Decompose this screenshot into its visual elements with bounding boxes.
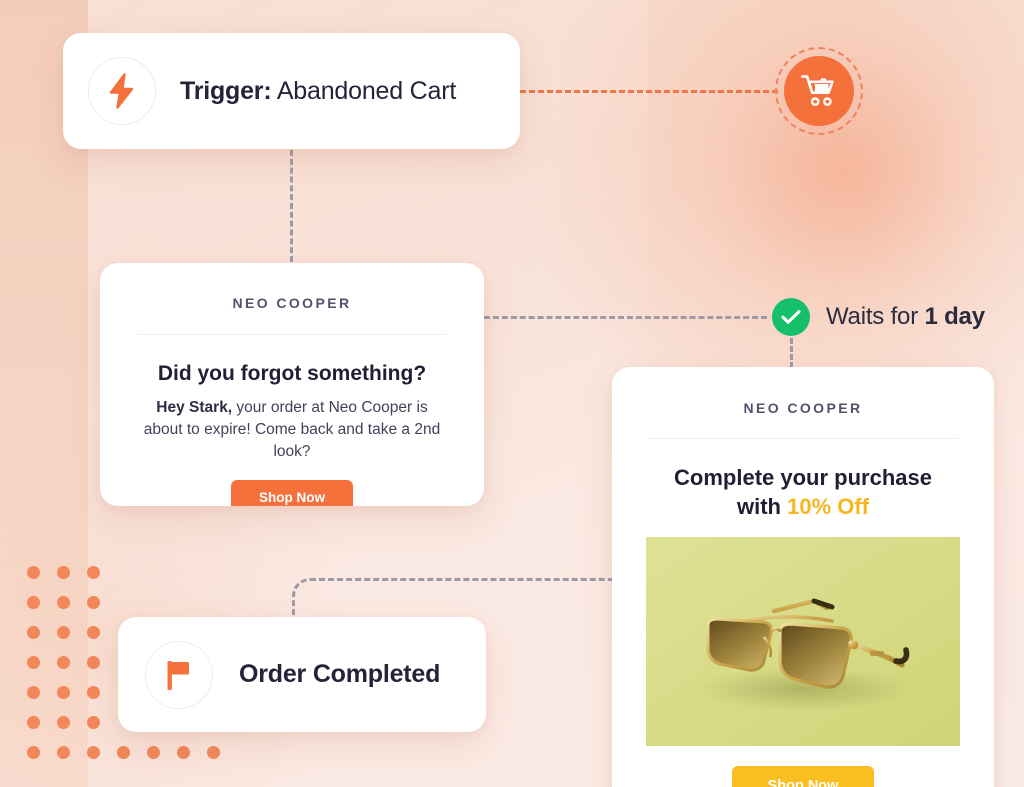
email2-headline-line1: Complete your purchase: [674, 465, 932, 490]
email1-body-text: Hey Stark, your order at Neo Cooper is a…: [136, 397, 448, 463]
product-image-sunglasses: [646, 537, 960, 747]
wait-delay-node[interactable]: Waits for 1 day: [772, 298, 985, 336]
email1-greeting: Hey Stark,: [156, 399, 233, 416]
decorative-dot: [27, 746, 40, 759]
email1-shop-now-button[interactable]: Shop Now: [231, 480, 353, 506]
email2-discount-value: 10% Off: [787, 493, 870, 519]
email-preview-card-1[interactable]: NEO COOPER Did you forgot something? Hey…: [100, 263, 484, 506]
decorative-dot: [87, 716, 100, 729]
decorative-dot: [27, 626, 40, 639]
decorative-dot: [87, 566, 100, 579]
connector-wait-to-email2: [790, 338, 793, 368]
connector-email1-to-wait: [484, 316, 767, 319]
shopping-cart-icon: [784, 56, 854, 126]
wait-node-label: Waits for 1 day: [826, 303, 985, 331]
decorative-dot: [147, 746, 160, 759]
email1-divider: [138, 334, 446, 335]
abandoned-cart-badge[interactable]: [775, 47, 863, 135]
decorative-dot: [87, 746, 100, 759]
decorative-dot: [57, 566, 70, 579]
connector-trigger-to-email1: [290, 150, 293, 262]
decorative-dot: [87, 656, 100, 669]
decorative-dot: [27, 596, 40, 609]
decorative-dot: [87, 686, 100, 699]
email-preview-card-2[interactable]: NEO COOPER Complete your purchase with 1…: [612, 367, 994, 787]
wait-text-prefix: Waits for: [826, 303, 925, 330]
decorative-dot: [207, 746, 220, 759]
email2-shop-now-button[interactable]: Shop Now: [732, 766, 874, 787]
automation-flow-canvas: Trigger: Abandoned Cart NEO COOPER Did y…: [0, 0, 1024, 787]
email1-brand-name: NEO COOPER: [232, 295, 352, 311]
email2-headline-line2-prefix: with: [736, 493, 788, 519]
decorative-dot: [117, 746, 130, 759]
trigger-label-prefix: Trigger:: [180, 76, 272, 105]
trigger-label-value: Abandoned Cart: [271, 76, 457, 105]
order-completed-label: Order Completed: [239, 660, 441, 688]
connector-trigger-to-cart: [520, 90, 778, 93]
email2-brand-name: NEO COOPER: [743, 400, 863, 416]
decorative-dot: [27, 686, 40, 699]
check-circle-icon: [772, 298, 810, 336]
email1-headline: Did you forgot something?: [157, 362, 427, 385]
decorative-dot: [27, 656, 40, 669]
decorative-dot: [57, 626, 70, 639]
trigger-node-label: Trigger: Abandoned Cart: [180, 77, 456, 106]
decorative-dot: [87, 626, 100, 639]
wait-duration-value: 1 day: [924, 303, 985, 330]
decorative-dot: [27, 716, 40, 729]
email2-divider: [648, 438, 958, 439]
decorative-dot: [57, 686, 70, 699]
order-completed-node-card[interactable]: Order Completed: [118, 617, 486, 732]
decorative-dot: [57, 656, 70, 669]
flag-icon: [145, 640, 213, 709]
decorative-dot: [27, 566, 40, 579]
lightning-bolt-icon: [88, 57, 156, 125]
decorative-dot: [87, 596, 100, 609]
email2-headline: Complete your purchase with 10% Off: [612, 464, 994, 521]
decorative-dot: [57, 716, 70, 729]
decorative-dot: [57, 596, 70, 609]
decorative-dot: [57, 746, 70, 759]
decorative-dot: [177, 746, 190, 759]
connector-elbow-to-order: [292, 578, 625, 621]
trigger-node-card[interactable]: Trigger: Abandoned Cart: [63, 33, 520, 149]
